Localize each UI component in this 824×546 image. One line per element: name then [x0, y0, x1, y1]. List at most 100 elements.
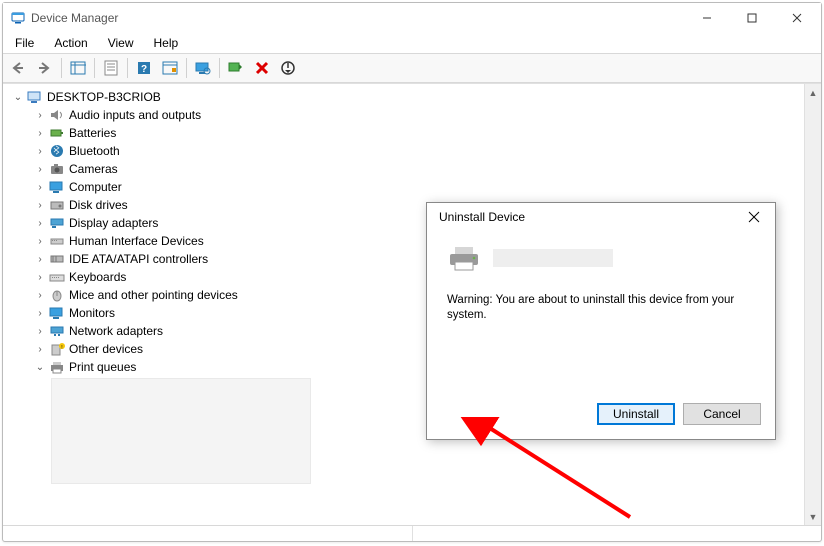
tree-item-label: Display adapters	[69, 216, 158, 230]
expand-icon[interactable]: ›	[33, 252, 47, 266]
tree-item-label: Other devices	[69, 342, 143, 356]
minimize-button[interactable]	[684, 3, 729, 33]
other-devices-icon: !	[49, 341, 65, 357]
disable-device-button[interactable]	[276, 56, 300, 80]
tree-item-label: Network adapters	[69, 324, 163, 338]
expand-icon[interactable]: ›	[33, 108, 47, 122]
tree-item-bluetooth[interactable]: › Bluetooth	[3, 142, 804, 160]
menubar: File Action View Help	[3, 33, 821, 53]
vertical-scrollbar[interactable]: ▲ ▼	[804, 84, 821, 525]
expand-icon[interactable]: ›	[33, 288, 47, 302]
keyboard-icon	[49, 269, 65, 285]
expand-icon[interactable]: ›	[33, 144, 47, 158]
expand-icon[interactable]: ›	[33, 270, 47, 284]
dialog-device-name-redacted	[493, 249, 613, 267]
tree-item-label: Computer	[69, 180, 122, 194]
tree-item-computer[interactable]: › Computer	[3, 178, 804, 196]
hid-icon	[49, 233, 65, 249]
statusbar	[3, 525, 821, 541]
camera-icon	[49, 161, 65, 177]
expand-icon[interactable]: ›	[33, 306, 47, 320]
collapse-icon[interactable]: ⌄	[11, 90, 25, 104]
uninstall-button[interactable]: Uninstall	[597, 403, 675, 425]
titlebar: Device Manager	[3, 3, 821, 33]
tree-item-cameras[interactable]: › Cameras	[3, 160, 804, 178]
tree-root-label: DESKTOP-B3CRIOB	[47, 90, 161, 104]
toolbar-separator	[219, 58, 220, 78]
expand-icon[interactable]: ›	[33, 324, 47, 338]
dialog-warning-text: Warning: You are about to uninstall this…	[447, 293, 755, 323]
update-driver-button[interactable]	[224, 56, 248, 80]
toolbar-separator	[94, 58, 95, 78]
speaker-icon	[49, 107, 65, 123]
printer-icon	[447, 245, 481, 271]
scan-hardware-button[interactable]	[191, 56, 215, 80]
mouse-icon	[49, 287, 65, 303]
printer-icon	[49, 359, 65, 375]
tree-item-batteries[interactable]: › Batteries	[3, 124, 804, 142]
tree-item-label: Monitors	[69, 306, 115, 320]
svg-text:!: !	[61, 345, 62, 351]
battery-icon	[49, 125, 65, 141]
back-button[interactable]	[7, 56, 31, 80]
dialog-close-button[interactable]	[737, 205, 771, 229]
window-title: Device Manager	[31, 11, 684, 25]
tree-item-label: Keyboards	[69, 270, 126, 284]
tree-item-label: Disk drives	[69, 198, 128, 212]
menu-file[interactable]: File	[7, 35, 42, 51]
uninstall-device-button[interactable]	[250, 56, 274, 80]
expand-icon[interactable]: ›	[33, 342, 47, 356]
tree-item-label: Bluetooth	[69, 144, 120, 158]
dialog-body: Warning: You are about to uninstall this…	[427, 231, 775, 393]
tree-item-audio[interactable]: › Audio inputs and outputs	[3, 106, 804, 124]
dialog-device-row	[447, 245, 755, 271]
tree-item-label: Batteries	[69, 126, 116, 140]
forward-button[interactable]	[33, 56, 57, 80]
dialog-titlebar: Uninstall Device	[427, 203, 775, 231]
help-button[interactable]: ?	[132, 56, 156, 80]
dialog-title: Uninstall Device	[439, 210, 737, 224]
toolbar: ?	[3, 53, 821, 83]
network-icon	[49, 323, 65, 339]
toolbar-separator	[186, 58, 187, 78]
computer-icon	[27, 89, 43, 105]
bluetooth-icon	[49, 143, 65, 159]
show-hide-tree-button[interactable]	[66, 56, 90, 80]
monitor-icon	[49, 179, 65, 195]
scroll-down-icon[interactable]: ▼	[805, 508, 822, 525]
expand-icon[interactable]: ›	[33, 180, 47, 194]
svg-text:?: ?	[141, 64, 147, 75]
close-button[interactable]	[774, 3, 819, 33]
cancel-button[interactable]: Cancel	[683, 403, 761, 425]
menu-action[interactable]: Action	[46, 35, 95, 51]
scroll-up-icon[interactable]: ▲	[805, 84, 822, 101]
menu-view[interactable]: View	[100, 35, 142, 51]
tree-root[interactable]: ⌄ DESKTOP-B3CRIOB	[3, 88, 804, 106]
uninstall-device-dialog: Uninstall Device Warning: You are about …	[426, 202, 776, 440]
print-queues-expanded-area	[51, 378, 311, 484]
tree-item-label: Mice and other pointing devices	[69, 288, 238, 302]
toolbar-separator	[61, 58, 62, 78]
tree-item-label: Cameras	[69, 162, 118, 176]
disk-icon	[49, 197, 65, 213]
menu-help[interactable]: Help	[146, 35, 187, 51]
expand-icon[interactable]: ›	[33, 126, 47, 140]
toolbar-separator	[127, 58, 128, 78]
tree-item-label: Print queues	[69, 360, 136, 374]
expand-icon[interactable]: ›	[33, 162, 47, 176]
tree-item-label: IDE ATA/ATAPI controllers	[69, 252, 208, 266]
expand-icon[interactable]: ›	[33, 198, 47, 212]
maximize-button[interactable]	[729, 3, 774, 33]
collapse-icon[interactable]: ⌄	[33, 360, 47, 374]
device-manager-icon	[11, 11, 25, 25]
monitor-icon	[49, 305, 65, 321]
expand-icon[interactable]: ›	[33, 216, 47, 230]
display-adapter-icon	[49, 215, 65, 231]
ide-icon	[49, 251, 65, 267]
tree-item-label: Audio inputs and outputs	[69, 108, 201, 122]
expand-icon[interactable]: ›	[33, 234, 47, 248]
properties-button[interactable]	[99, 56, 123, 80]
action-button[interactable]	[158, 56, 182, 80]
dialog-button-row: Uninstall Cancel	[427, 393, 775, 439]
tree-item-label: Human Interface Devices	[69, 234, 204, 248]
